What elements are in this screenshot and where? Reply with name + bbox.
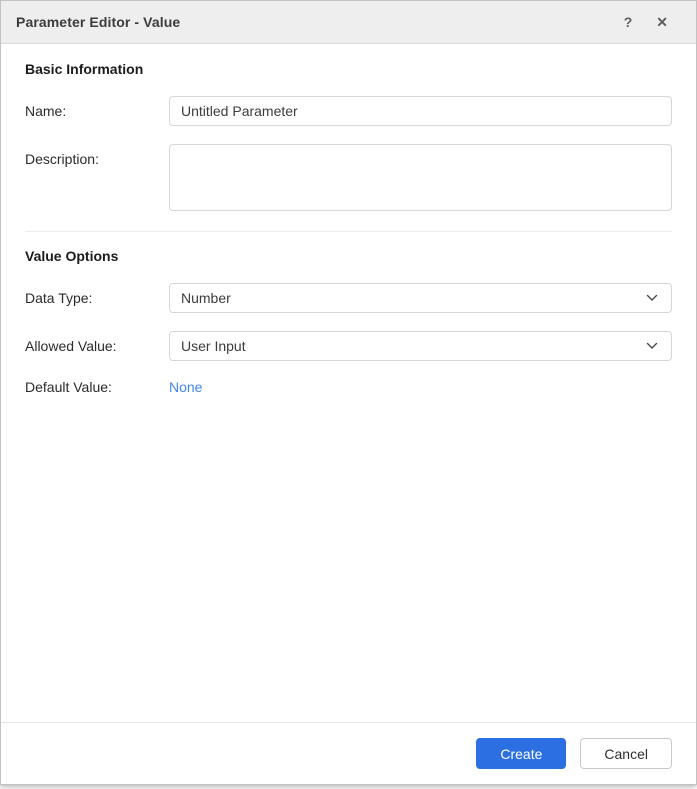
data-type-selected-value: Number [181,290,231,306]
name-label: Name: [25,103,67,119]
close-icon[interactable]: ✕ [656,15,668,29]
default-value-row: Default Value: None [25,379,672,395]
chevron-down-icon [646,342,658,350]
dialog-footer: Create Cancel [1,722,696,784]
description-input[interactable] [169,144,672,211]
allowed-value-selected-value: User Input [181,338,246,354]
section-heading-value-options: Value Options [25,248,119,264]
data-type-select[interactable]: Number [169,283,672,313]
description-row: Description: [25,144,672,211]
help-icon[interactable]: ? [624,15,633,29]
cancel-button[interactable]: Cancel [580,738,672,769]
chevron-down-icon [646,294,658,302]
data-type-row: Data Type: Number [25,283,672,313]
name-row: Name: [25,96,672,126]
data-type-label: Data Type: [25,290,93,306]
name-input[interactable] [169,96,672,126]
dialog-body: Basic Information Name: Description: Val… [1,44,696,722]
description-label: Description: [25,151,99,167]
create-button[interactable]: Create [476,738,567,769]
parameter-editor-dialog: Parameter Editor - Value ? ✕ Basic Infor… [0,0,697,785]
default-value-link[interactable]: None [169,379,202,395]
allowed-value-row: Allowed Value: User Input [25,331,672,361]
default-value-label: Default Value: [25,379,112,395]
dialog-title: Parameter Editor - Value [16,14,181,30]
section-divider [25,231,672,232]
allowed-value-select[interactable]: User Input [169,331,672,361]
dialog-header: Parameter Editor - Value ? ✕ [1,1,696,44]
allowed-value-label: Allowed Value: [25,338,117,354]
section-heading-basic-information: Basic Information [25,61,144,77]
